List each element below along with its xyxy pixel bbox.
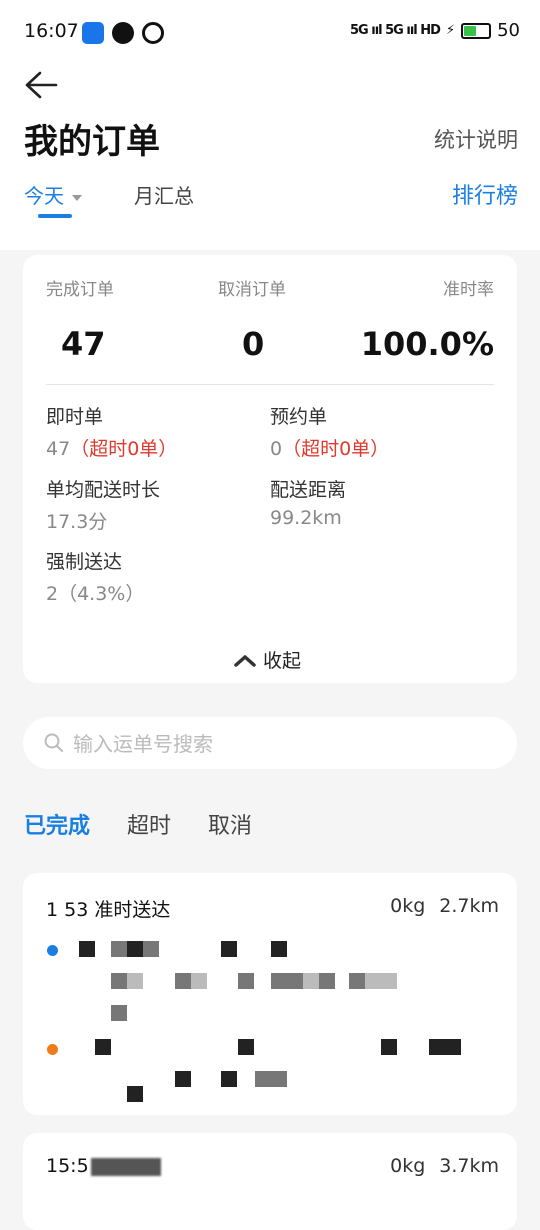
order-header: 1 53 准时送达 — [46, 899, 171, 921]
ontime-value: 100.0% — [360, 325, 494, 363]
distance-value: 99.2km — [270, 507, 342, 529]
dropoff-dot — [47, 1044, 58, 1055]
tab-active-indicator — [38, 214, 72, 218]
avg-time-value: 17.3分 — [46, 511, 108, 533]
pickup-dot — [47, 945, 58, 956]
collapse-label: 收起 — [263, 650, 302, 672]
reserved-count: 0 — [270, 438, 283, 460]
distance-label: 配送距离 — [270, 479, 347, 501]
redacted-text — [90, 1157, 161, 1176]
battery-icon — [461, 22, 492, 39]
tab-overtime[interactable]: 超时 — [127, 808, 171, 840]
order-header: 15:5 — [46, 1155, 161, 1177]
order-metrics: 0kg 2.7km — [376, 895, 499, 917]
status-bar: 16:07 5G ııl 5G ııl HD ⚡ 50 — [0, 18, 540, 52]
tab-today[interactable]: 今天 — [24, 180, 82, 209]
canceled-label: 取消订单 — [218, 280, 286, 300]
ranking-link[interactable]: 排行榜 — [452, 178, 518, 210]
tab-canceled[interactable]: 取消 — [208, 808, 252, 840]
charging-icon: ⚡ — [445, 23, 456, 38]
instant-count: 47 — [46, 438, 71, 460]
reserved-overtime: （超时0单） — [282, 438, 390, 460]
reserved-label: 预约单 — [270, 406, 328, 428]
page-header-area: 16:07 5G ııl 5G ııl HD ⚡ 50 我的订单 统计说明 今天… — [0, 0, 540, 250]
tab-month[interactable]: 月汇总 — [134, 180, 194, 209]
stats-card: 完成订单 取消订单 准时率 47 0 100.0% 即时单 47（超时0单） 预… — [23, 255, 517, 683]
stats-explain-link[interactable]: 统计说明 — [434, 124, 518, 154]
status-time: 16:07 — [24, 20, 79, 42]
battery-level: 50 — [497, 20, 520, 41]
search-input[interactable] — [71, 728, 495, 760]
order-time: 15:5 — [46, 1155, 89, 1177]
order-card[interactable]: 1 53 准时送达 0kg 2.7km — [23, 873, 517, 1115]
order-distance: 3.7km — [439, 1155, 499, 1177]
status-right: 5G ııl 5G ııl HD ⚡ 50 — [350, 20, 520, 41]
app-notification-icon — [142, 22, 164, 44]
instant-label: 即时单 — [46, 406, 104, 428]
completed-value: 47 — [61, 325, 106, 363]
reserved-value: 0（超时0单） — [270, 434, 389, 461]
notification-icons — [82, 22, 164, 44]
instant-value: 47（超时0单） — [46, 434, 177, 461]
caret-down-icon — [72, 194, 82, 201]
search-bar[interactable] — [23, 717, 517, 769]
ontime-label: 准时率 — [443, 280, 494, 300]
chat-bubble-icon — [112, 22, 134, 44]
order-weight: 0kg — [390, 1155, 426, 1177]
avg-time-label: 单均配送时长 — [46, 479, 161, 501]
forced-label: 强制送达 — [46, 551, 123, 573]
back-arrow-icon[interactable] — [24, 70, 58, 100]
order-weight: 0kg — [390, 895, 426, 917]
divider — [46, 384, 494, 385]
search-icon — [44, 733, 63, 752]
order-distance: 2.7km — [439, 895, 499, 917]
order-metrics: 0kg 3.7km — [376, 1155, 499, 1177]
chevron-up-icon — [234, 654, 256, 667]
tab-completed[interactable]: 已完成 — [24, 808, 90, 840]
order-card[interactable]: 15:5 0kg 3.7km — [23, 1133, 517, 1230]
page-title: 我的订单 — [24, 122, 160, 162]
signal-icon: 5G ııl 5G ııl HD — [350, 23, 441, 38]
completed-label: 完成订单 — [46, 280, 114, 300]
telegram-icon — [82, 22, 104, 44]
collapse-button[interactable]: 收起 — [233, 646, 301, 673]
canceled-value: 0 — [242, 325, 265, 363]
forced-value: 2（4.3%） — [46, 583, 145, 605]
tab-today-label: 今天 — [24, 184, 64, 208]
instant-overtime: （超时0单） — [70, 438, 178, 460]
